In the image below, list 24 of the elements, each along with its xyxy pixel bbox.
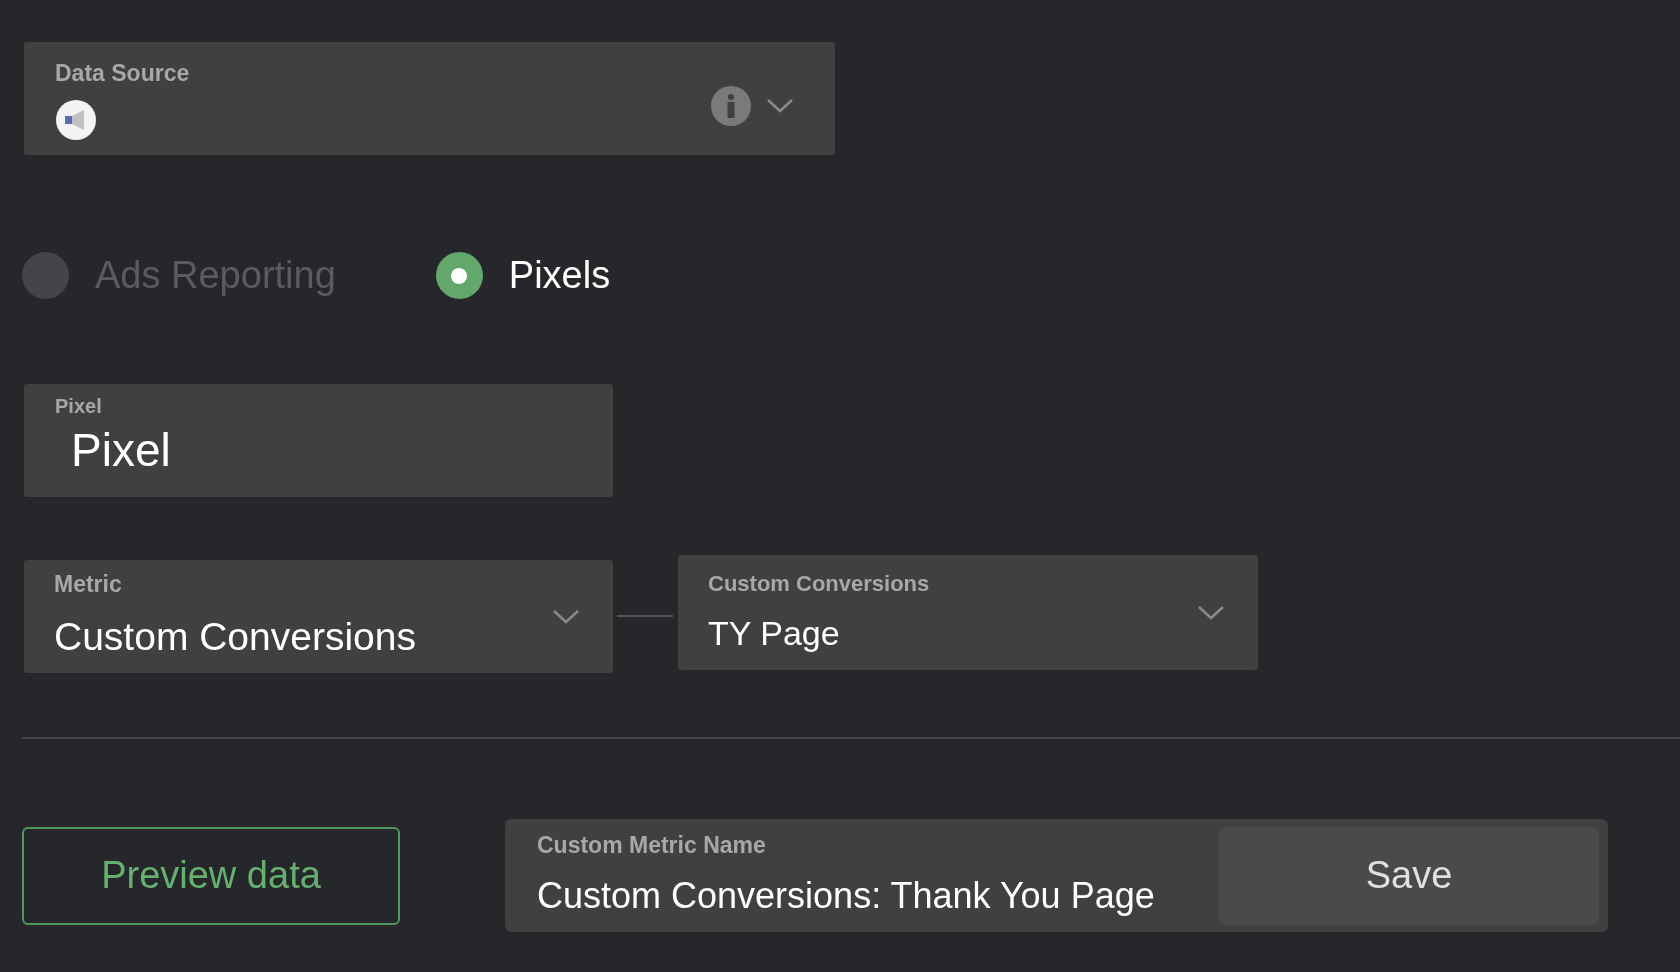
custom-metric-name-field[interactable]: Custom Metric Name Custom Conversions: Thank You Page Save xyxy=(505,819,1608,932)
pixel-field[interactable]: Pixel Pixel xyxy=(24,384,613,497)
chevron-down-icon xyxy=(1196,603,1226,622)
preview-data-button[interactable]: Preview data xyxy=(22,826,400,925)
chevron-down-icon xyxy=(551,607,581,626)
field-label: Custom Metric Name xyxy=(537,831,767,861)
field-label: Data Source xyxy=(55,59,191,89)
field-value: Custom Conversions xyxy=(54,613,417,660)
radio-button[interactable] xyxy=(22,252,69,299)
chevron-down-icon xyxy=(765,96,795,115)
field-label: Pixel xyxy=(55,396,103,416)
field-label: Custom Conversions xyxy=(708,569,931,598)
custom-conversions-dropdown[interactable]: Custom Conversions TY Page xyxy=(678,555,1258,670)
field-label: Metric xyxy=(54,570,123,599)
radio-label: Pixels xyxy=(508,253,611,298)
field-value: TY Page xyxy=(708,612,841,654)
data-source-dropdown[interactable]: Data Source xyxy=(24,42,835,155)
save-button[interactable]: Save xyxy=(1219,826,1599,925)
field-value: Custom Conversions: Thank You Page xyxy=(537,873,1156,918)
metric-dropdown[interactable]: Metric Custom Conversions xyxy=(24,560,613,673)
info-icon[interactable] xyxy=(711,85,751,126)
radio-button[interactable] xyxy=(435,252,483,299)
field-value: Pixel xyxy=(71,423,172,478)
megaphone-icon xyxy=(55,98,97,141)
